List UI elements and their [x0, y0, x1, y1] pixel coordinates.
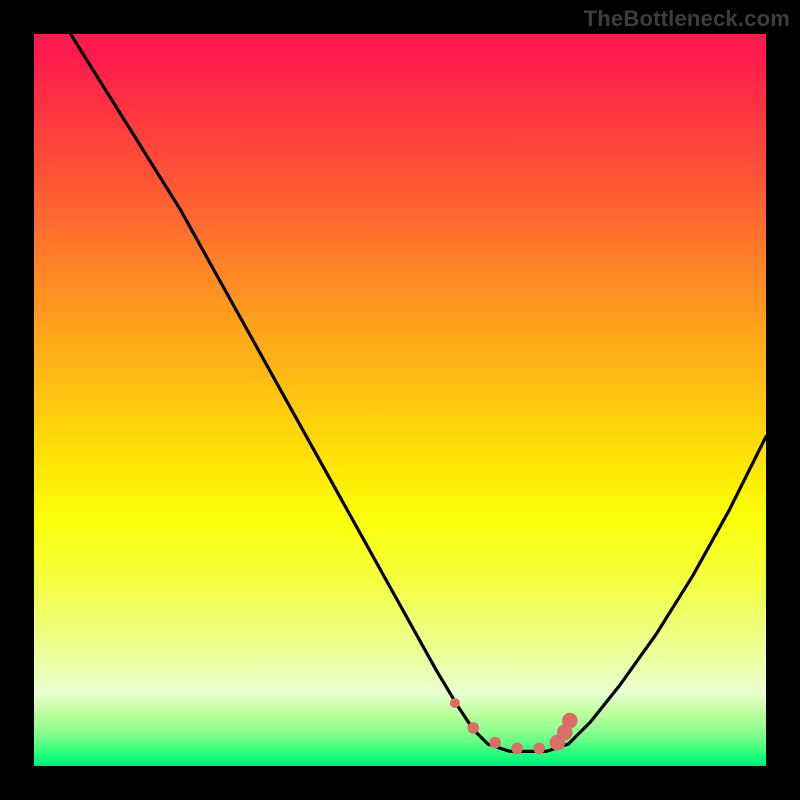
plot-area [34, 34, 766, 766]
optimal-marker [450, 698, 460, 708]
optimal-marker [489, 737, 501, 749]
chart-frame: TheBottleneck.com [0, 0, 800, 800]
curve-svg [34, 34, 766, 766]
optimal-marker [467, 722, 479, 734]
watermark-text: TheBottleneck.com [584, 6, 790, 32]
optimal-markers-group [450, 698, 578, 754]
optimal-marker [511, 743, 523, 755]
optimal-marker [533, 743, 545, 755]
bottleneck-curve-path [71, 34, 766, 751]
optimal-marker [562, 713, 578, 729]
